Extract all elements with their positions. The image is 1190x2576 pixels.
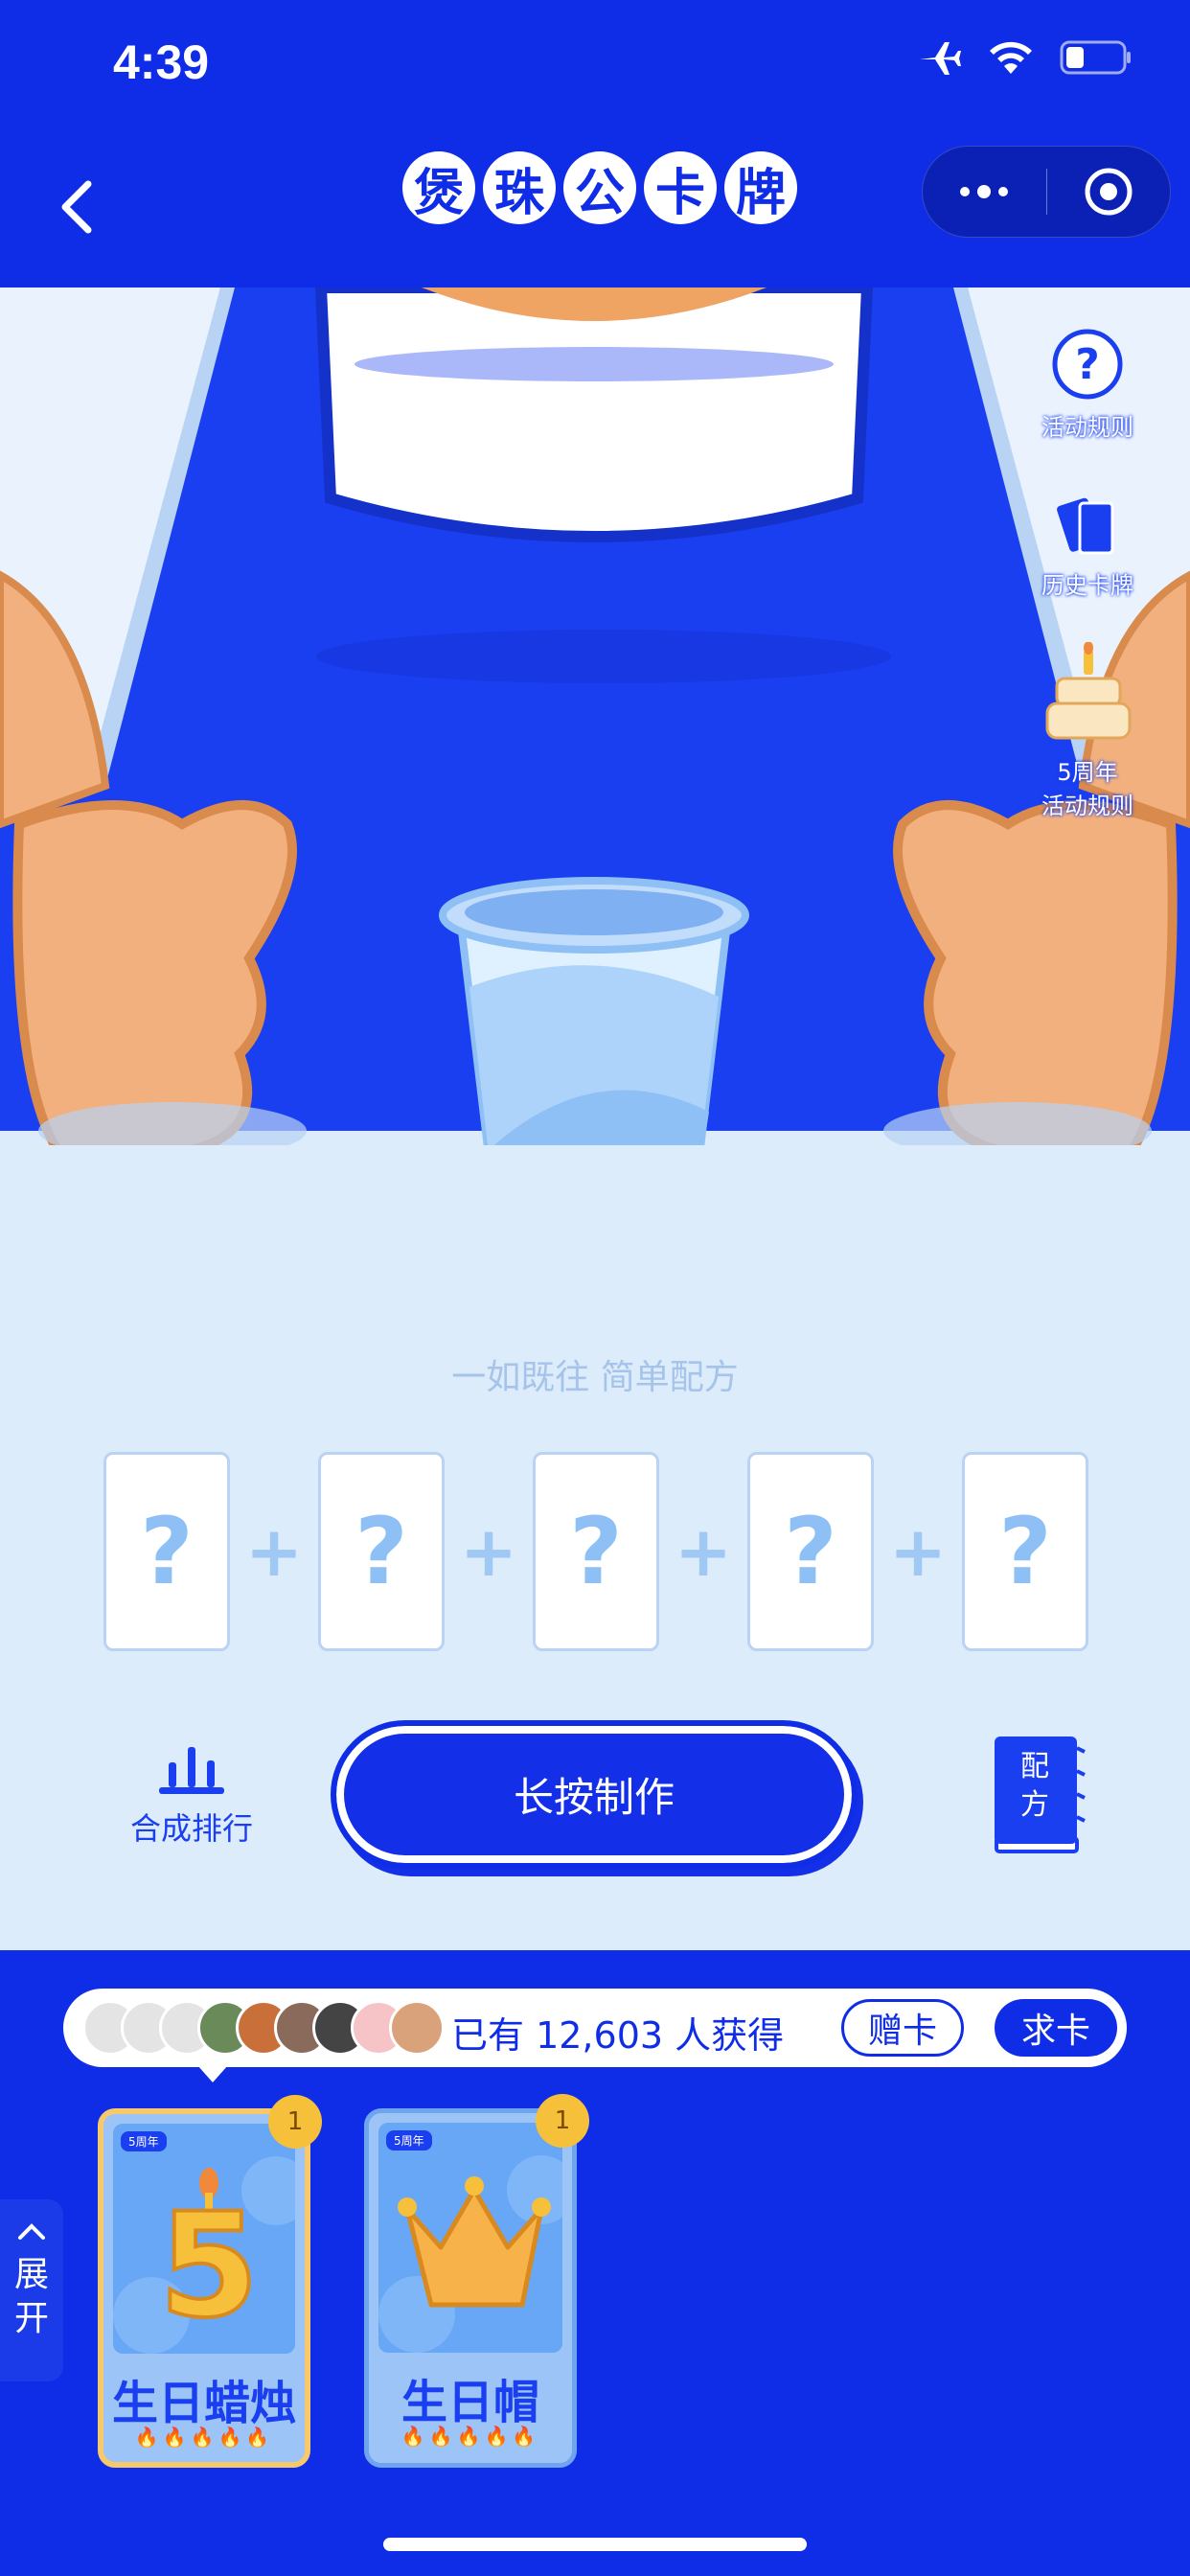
plus-sign: +: [244, 1511, 304, 1592]
ranking-bars-icon: [159, 1747, 224, 1794]
history-cards-link[interactable]: 历史卡牌: [1025, 494, 1150, 600]
info-bar-pointer: [197, 2065, 228, 2082]
close-mini-program-button[interactable]: [1047, 147, 1171, 237]
ingredient-slot[interactable]: ?: [747, 1452, 874, 1651]
synthesis-ranking-label: 合成排行: [129, 1810, 253, 1847]
synthesis-ranking-button[interactable]: 合成排行: [96, 1739, 287, 1849]
more-button[interactable]: [923, 147, 1046, 237]
card-rarity-flames: 🔥🔥🔥🔥🔥: [134, 2426, 274, 2449]
battery-icon: [1060, 40, 1131, 75]
history-cards-label: 历史卡牌: [1041, 572, 1133, 599]
cards-stack-icon: [1057, 497, 1114, 555]
status-time: 4:39: [113, 35, 210, 89]
svg-text:?: ?: [1075, 340, 1100, 389]
anniversary-tag: 5周年: [121, 2131, 167, 2151]
ingredient-slot[interactable]: ?: [962, 1452, 1088, 1651]
nav-bar: 煲 珠 公 卡 牌: [0, 134, 1190, 288]
airplane-icon: [920, 42, 961, 75]
card-count-badge: 1: [536, 2094, 589, 2148]
owners-count-text: 已有 12,603 人获得: [451, 2014, 785, 2057]
candle-number: 5: [159, 2183, 259, 2350]
recipe-book-icon: 配 方: [995, 1736, 1086, 1853]
card-art: [378, 2123, 562, 2353]
long-press-make-button[interactable]: 长按制作: [331, 1720, 858, 1869]
page-title: 煲 珠 公 卡 牌: [402, 151, 797, 224]
birthday-cake-icon: [1045, 641, 1132, 740]
back-button[interactable]: [38, 163, 125, 249]
gift-card-button[interactable]: 赠卡: [841, 1999, 964, 2057]
candle-5-icon: 5: [113, 2156, 295, 2354]
card-rarity-flames: 🔥🔥🔥🔥🔥: [400, 2425, 540, 2448]
ingredient-slots: ? + ? + ? + ? + ?: [103, 1452, 1088, 1651]
chevron-left-icon: [61, 180, 92, 234]
crown-hat-icon: [378, 2155, 562, 2353]
recipe-slogan: 一如既往 简单配方: [451, 1358, 739, 1397]
home-indicator[interactable]: [383, 2538, 807, 2551]
ingredient-slot[interactable]: ?: [103, 1452, 230, 1651]
card-birthday-hat[interactable]: 5周年 生日帽 🔥🔥🔥🔥🔥 1: [364, 2094, 589, 2468]
card-name: 生日帽: [400, 2376, 539, 2429]
avatar: [389, 2000, 445, 2056]
mini-program-capsule: [922, 146, 1171, 238]
anniversary-label-line1: 5周年: [1057, 759, 1118, 786]
card-art: 5: [113, 2124, 295, 2354]
activity-rules-link[interactable]: ? 活动规则: [1025, 326, 1150, 442]
plus-sign: +: [674, 1511, 733, 1592]
hero-illustration: ? 活动规则 历史卡牌 5周年 活动规则: [0, 288, 1190, 1150]
chevron-up-icon: [18, 2223, 45, 2240]
owner-avatars: [82, 2000, 456, 2056]
title-char: 牌: [724, 151, 797, 224]
card-count-badge: 1: [268, 2095, 322, 2149]
anniversary-tag: 5周年: [386, 2130, 432, 2150]
recipe-book-label-line2: 方: [1020, 1788, 1049, 1822]
title-char: 卡: [644, 151, 717, 224]
status-bar: 4:39: [0, 0, 1190, 134]
ingredient-slot[interactable]: ?: [533, 1452, 659, 1651]
plus-sign: +: [888, 1511, 948, 1592]
card-name: 生日蜡烛: [111, 2377, 296, 2430]
recipe-book-button[interactable]: 配 方: [991, 1733, 1087, 1857]
expand-tab[interactable]: 展 开: [0, 2199, 63, 2381]
card-birthday-candle[interactable]: 5 5周年 生日蜡烛 🔥🔥🔥🔥🔥 1: [98, 2095, 322, 2468]
title-char: 公: [563, 151, 636, 224]
status-icons: [918, 38, 1133, 77]
title-char: 煲: [402, 151, 475, 224]
request-card-button[interactable]: 求卡: [995, 1999, 1117, 2057]
question-circle-icon: ?: [1052, 329, 1123, 400]
anniversary-rules-link[interactable]: 5周年 活动规则: [1016, 641, 1159, 820]
water-cup-image: [439, 877, 749, 1150]
plus-sign: +: [459, 1511, 518, 1592]
expand-label-line2: 开: [13, 2299, 49, 2338]
owners-info-bar: 已有 12,603 人获得 赠卡 求卡: [63, 1989, 1127, 2067]
expand-label-line1: 展: [13, 2255, 49, 2294]
more-dots-icon: [960, 185, 1009, 198]
target-icon: [1085, 168, 1133, 216]
anniversary-label-line2: 活动规则: [1041, 793, 1133, 819]
activity-rules-label: 活动规则: [1041, 414, 1133, 441]
recipe-book-label-line1: 配: [1020, 1750, 1049, 1783]
title-char: 珠: [483, 151, 556, 224]
ingredient-slot[interactable]: ?: [318, 1452, 445, 1651]
wifi-icon: [990, 41, 1032, 74]
